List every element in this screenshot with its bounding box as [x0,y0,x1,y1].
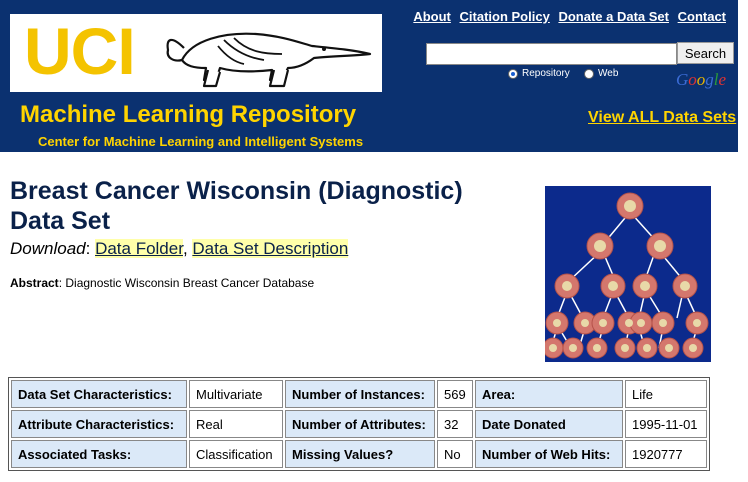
table-key: Attribute Characteristics: [11,410,187,438]
download-row: Download: Data Folder, Data Set Descript… [10,239,349,258]
table-value: Classification [189,440,283,468]
data-set-description-link[interactable]: Data Set Description [192,239,349,258]
table-key: Area: [475,380,623,408]
page-title: Breast Cancer Wisconsin (Diagnostic) Dat… [10,176,530,236]
table-key: Number of Attributes: [285,410,435,438]
about-link[interactable]: About [413,9,451,24]
data-folder-link[interactable]: Data Folder [95,239,183,258]
table-value: 32 [437,410,473,438]
abstract-label: Abstract [10,276,59,290]
download-label: Download [10,239,86,258]
radio-selected-icon[interactable] [508,68,518,79]
table-value: Real [189,410,283,438]
radio-repository[interactable]: Repository [508,68,570,79]
top-nav: About Citation Policy Donate a Data Set … [408,9,726,24]
site-header: UCI Machine Learning Repository Center f… [0,0,738,152]
table-key: Data Set Characteristics: [11,380,187,408]
radio-repository-label: Repository [522,68,570,79]
google-logo: Google [676,70,727,89]
dataset-illustration [545,186,711,362]
table-row: Associated Tasks: Classification Missing… [11,440,707,468]
logo-text: UCI [24,14,136,88]
title-line-1: Breast Cancer Wisconsin (Diagnostic) [10,177,463,205]
repository-subtitle: Center for Machine Learning and Intellig… [38,134,364,149]
search-button[interactable]: Search [677,42,734,64]
search-input[interactable] [426,43,677,65]
abstract-text: Diagnostic Wisconsin Breast Cancer Datab… [65,276,315,290]
anteater-icon [166,32,372,88]
title-line-2: Data Set [10,207,111,235]
table-value: 1995-11-01 [625,410,707,438]
uci-logo[interactable]: UCI [10,14,382,92]
table-value: 569 [437,380,473,408]
table-value: 1920777 [625,440,707,468]
table-key: Associated Tasks: [11,440,187,468]
table-key: Number of Instances: [285,380,435,408]
citation-policy-link[interactable]: Citation Policy [460,9,550,24]
donate-data-set-link[interactable]: Donate a Data Set [558,9,669,24]
table-key: Missing Values? [285,440,435,468]
dataset-info-table: Data Set Characteristics: Multivariate N… [8,377,710,471]
table-key: Date Donated [475,410,623,438]
table-value: Life [625,380,707,408]
table-value: No [437,440,473,468]
view-all-data-sets-link[interactable]: View ALL Data Sets [588,109,736,127]
table-row: Data Set Characteristics: Multivariate N… [11,380,707,408]
table-value: Multivariate [189,380,283,408]
table-key: Number of Web Hits: [475,440,623,468]
repository-title[interactable]: Machine Learning Repository [20,101,356,129]
contact-link[interactable]: Contact [678,9,726,24]
radio-unselected-icon[interactable] [584,68,594,79]
radio-web-label: Web [598,68,619,79]
abstract: Abstract: Diagnostic Wisconsin Breast Ca… [10,276,315,290]
radio-web[interactable]: Web [584,68,618,79]
table-row: Attribute Characteristics: Real Number o… [11,410,707,438]
